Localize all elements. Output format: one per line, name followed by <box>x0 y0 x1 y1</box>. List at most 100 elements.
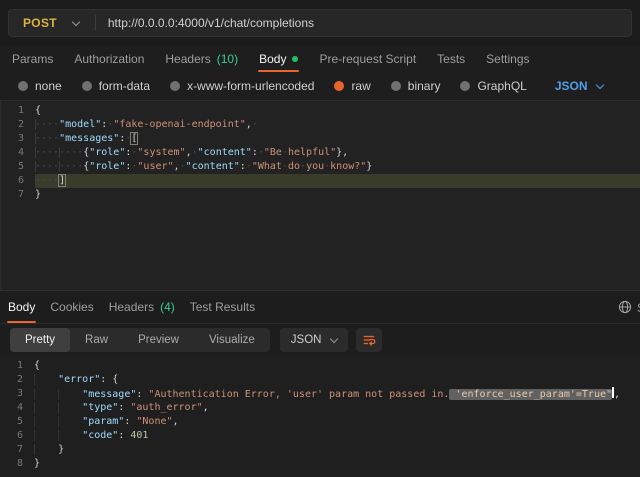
response-tab-headers-count: (4) <box>160 300 175 314</box>
code-line: 3····"messages":·[ <box>1 132 640 146</box>
view-visualize-label: Visualize <box>209 334 255 346</box>
line-number: 8 <box>0 457 34 471</box>
response-tab-cookies[interactable]: Cookies <box>50 291 93 323</box>
view-pretty-button[interactable]: Pretty <box>10 328 70 352</box>
tab-settings[interactable]: Settings <box>486 46 529 72</box>
response-tab-body[interactable]: Body <box>8 291 35 323</box>
radio-x-www-form-urlencoded[interactable]: x-www-form-urlencoded <box>170 79 314 93</box>
response-toolbar: Pretty Raw Preview Visualize JSON <box>0 324 640 356</box>
response-tab-cookies-label: Cookies <box>50 300 93 314</box>
radio-circle <box>170 81 180 91</box>
response-format-select[interactable]: JSON <box>280 328 349 352</box>
wrap-lines-button[interactable] <box>356 328 382 352</box>
radio-circle-selected <box>334 81 344 91</box>
tab-pre-request-script-label: Pre-request Script <box>319 52 416 66</box>
view-preview-button[interactable]: Preview <box>123 328 194 352</box>
radio-form-data[interactable]: form-data <box>82 79 150 93</box>
line-number: 4 <box>1 146 35 160</box>
code-line: 5········{"role":·"user",·"content":·"Wh… <box>1 160 640 174</box>
code-line: 4········{"role":·"system",·"content":·"… <box>1 146 640 160</box>
globe-icon[interactable] <box>618 300 632 314</box>
code-line: 7 } <box>0 443 640 457</box>
radio-binary-label: binary <box>408 79 441 93</box>
response-tab-test-results[interactable]: Test Results <box>190 291 255 323</box>
tab-headers-label: Headers <box>165 52 210 66</box>
view-visualize-button[interactable]: Visualize <box>194 328 270 352</box>
code-line: 6····] <box>1 174 640 188</box>
radio-circle <box>18 81 28 91</box>
url-bar: POST http://0.0.0.0:4000/v1/chat/complet… <box>8 9 632 37</box>
tab-tests[interactable]: Tests <box>437 46 465 72</box>
tab-authorization-label: Authorization <box>74 52 144 66</box>
request-body-editor[interactable]: 1{2····"model":·"fake-openai-endpoint",·… <box>0 100 640 290</box>
radio-binary[interactable]: binary <box>391 79 441 93</box>
view-pretty-label: Pretty <box>25 334 55 346</box>
tab-tests-label: Tests <box>437 52 465 66</box>
response-view-switch: Pretty Raw Preview Visualize <box>10 328 270 352</box>
line-number: 1 <box>0 359 34 373</box>
request-tabs: Params Authorization Headers (10) Body P… <box>0 46 640 72</box>
radio-circle <box>391 81 401 91</box>
radio-none[interactable]: none <box>18 79 62 93</box>
radio-circle <box>460 81 470 91</box>
tab-headers[interactable]: Headers (10) <box>165 46 238 72</box>
code-line: 1{ <box>1 104 640 118</box>
radio-raw[interactable]: raw <box>334 79 370 93</box>
raw-format-select[interactable]: JSON <box>555 79 603 93</box>
tab-body[interactable]: Body <box>259 46 298 72</box>
response-tab-headers-label: Headers <box>109 300 154 314</box>
url-input[interactable]: http://0.0.0.0:4000/v1/chat/completions <box>96 16 314 30</box>
unsaved-changes-dot <box>292 56 298 62</box>
radio-form-data-label: form-data <box>99 79 150 93</box>
radio-circle <box>82 81 92 91</box>
radio-none-label: none <box>35 79 62 93</box>
code-line: 2····"model":·"fake-openai-endpoint",· <box>1 118 640 132</box>
chevron-down-icon[interactable] <box>72 17 80 25</box>
response-tab-headers[interactable]: Headers (4) <box>109 291 175 323</box>
code-line: 2 "error": { <box>0 373 640 387</box>
line-number: 7 <box>0 443 34 457</box>
line-number: 4 <box>0 401 34 415</box>
radio-graphql[interactable]: GraphQL <box>460 79 526 93</box>
response-tabs: Body Cookies Headers (4) Test Results S <box>0 290 640 324</box>
code-line: 4 "type": "auth_error", <box>0 401 640 415</box>
view-raw-button[interactable]: Raw <box>70 328 123 352</box>
wrap-lines-icon <box>362 333 376 347</box>
tab-params[interactable]: Params <box>12 46 53 72</box>
line-number: 6 <box>1 174 35 188</box>
radio-graphql-label: GraphQL <box>477 79 526 93</box>
tab-headers-count: (10) <box>217 52 238 66</box>
line-number: 7 <box>1 188 35 202</box>
chevron-down-icon <box>330 334 338 342</box>
code-line: 6 "code": 401 <box>0 429 640 443</box>
request-url-header: POST http://0.0.0.0:4000/v1/chat/complet… <box>0 0 640 46</box>
tab-body-label: Body <box>259 52 286 66</box>
response-format-value: JSON <box>291 334 322 346</box>
raw-format-value: JSON <box>555 79 588 93</box>
view-raw-label: Raw <box>85 334 108 346</box>
radio-raw-label: raw <box>351 79 370 93</box>
line-number: 1 <box>1 104 35 118</box>
chevron-down-icon <box>595 80 603 88</box>
line-number: 2 <box>0 373 34 387</box>
line-number: 3 <box>1 132 35 146</box>
radio-x-www-form-urlencoded-label: x-www-form-urlencoded <box>187 79 314 93</box>
code-line: 1{ <box>0 359 640 373</box>
selected-text: 'enforce_user_param'=True" <box>449 389 612 400</box>
tab-pre-request-script[interactable]: Pre-request Script <box>319 46 416 72</box>
response-tab-test-results-label: Test Results <box>190 300 255 314</box>
line-number: 5 <box>1 160 35 174</box>
tab-params-label: Params <box>12 52 53 66</box>
tab-settings-label: Settings <box>486 52 529 66</box>
body-type-options: none form-data x-www-form-urlencoded raw… <box>0 72 640 100</box>
line-number: 3 <box>0 387 34 401</box>
response-body-viewer[interactable]: 1{2 "error": {3 "message": "Authenticati… <box>0 356 640 477</box>
code-line: 5 "param": "None", <box>0 415 640 429</box>
code-line: 8} <box>0 457 640 471</box>
tab-authorization[interactable]: Authorization <box>74 46 144 72</box>
method-selector[interactable]: POST <box>9 16 73 30</box>
line-number: 6 <box>0 429 34 443</box>
code-line: 7} <box>1 188 640 202</box>
view-preview-label: Preview <box>138 334 179 346</box>
line-number: 5 <box>0 415 34 429</box>
